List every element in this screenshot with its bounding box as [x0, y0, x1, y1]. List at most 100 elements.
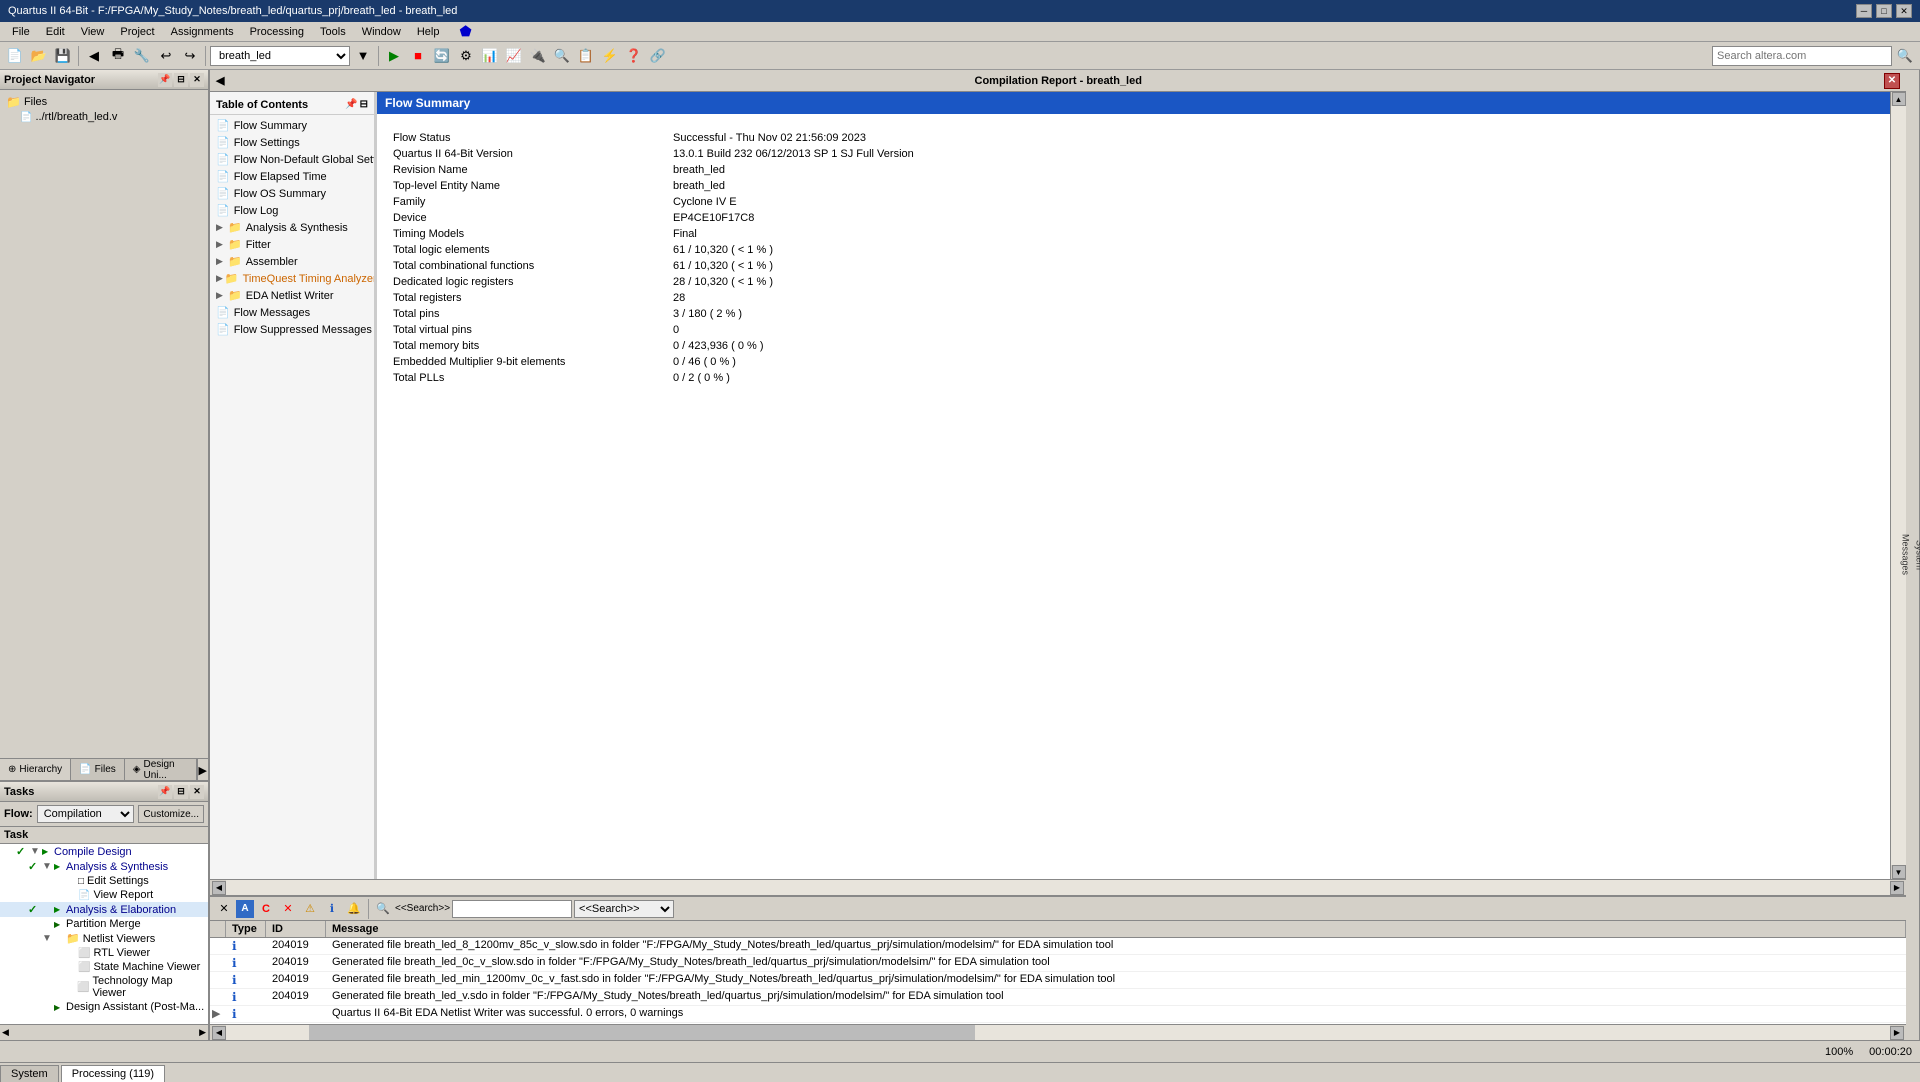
- toc-pin-icon[interactable]: 📌: [345, 99, 357, 111]
- message-row[interactable]: ℹ 204019 Generated file breath_led_0c_v_…: [210, 955, 1906, 972]
- message-search-select[interactable]: <<Search>>: [574, 900, 674, 918]
- msg-hscroll-left[interactable]: ◀: [212, 1026, 226, 1040]
- start-compile-btn[interactable]: ▶: [383, 45, 405, 67]
- settings-btn[interactable]: ⚙: [455, 45, 477, 67]
- menu-tools[interactable]: Tools: [312, 24, 354, 40]
- tasks-pin-icon[interactable]: 📌: [158, 785, 172, 799]
- restore-icon[interactable]: ⊟: [174, 73, 188, 87]
- toc-expand-9[interactable]: ▶: [216, 256, 226, 267]
- back-button[interactable]: ◀: [83, 45, 105, 67]
- save-button[interactable]: 💾: [52, 45, 74, 67]
- tab-hierarchy[interactable]: ⊕ Hierarchy: [0, 759, 71, 780]
- pin-icon[interactable]: 📌: [158, 73, 172, 87]
- nav-tab-arrow[interactable]: ▶: [197, 759, 208, 781]
- toc-flow-suppressed[interactable]: 📄 Flow Suppressed Messages: [210, 321, 374, 338]
- task-view-report[interactable]: 📄 View Report: [0, 888, 208, 902]
- toc-expand-7[interactable]: ▶: [216, 222, 226, 233]
- expand-compile[interactable]: ▼: [30, 846, 42, 857]
- message-row[interactable]: ℹ 204019 Generated file breath_led_8_120…: [210, 938, 1906, 955]
- arrow-partition[interactable]: ▶: [54, 920, 66, 929]
- toc-expand-11[interactable]: ▶: [216, 290, 226, 301]
- tab-processing[interactable]: Processing (119): [61, 1065, 165, 1082]
- task-analysis-synthesis[interactable]: ✓ ▼ ▶ Analysis & Synthesis: [0, 859, 208, 874]
- undo-button[interactable]: ↩: [155, 45, 177, 67]
- toc-analysis-synthesis[interactable]: ▶ 📁 Analysis & Synthesis: [210, 219, 374, 236]
- tool6-btn[interactable]: ⚡: [599, 45, 621, 67]
- scroll-left-icon[interactable]: ◀: [2, 1027, 9, 1038]
- customize-button[interactable]: Customize...: [138, 805, 204, 823]
- project-select[interactable]: breath_led: [210, 46, 350, 66]
- toc-flow-log[interactable]: 📄 Flow Log: [210, 202, 374, 219]
- menu-window[interactable]: Window: [354, 24, 409, 40]
- new-button[interactable]: 📄: [4, 45, 26, 67]
- msg-error-btn[interactable]: ✕: [278, 900, 298, 918]
- toc-timequest[interactable]: ▶ 📁 TimeQuest Timing Analyzer: [210, 270, 374, 287]
- toc-flow-messages[interactable]: 📄 Flow Messages: [210, 304, 374, 321]
- menu-edit[interactable]: Edit: [38, 24, 73, 40]
- tasks-restore-icon[interactable]: ⊟: [174, 785, 188, 799]
- menu-processing[interactable]: Processing: [242, 24, 312, 40]
- msg-row-expand-4[interactable]: ▶: [210, 1007, 226, 1020]
- menu-project[interactable]: Project: [112, 24, 162, 40]
- toc-flow-non-default[interactable]: 📄 Flow Non-Default Global Setti...: [210, 151, 374, 168]
- close-button[interactable]: ✕: [1896, 4, 1912, 18]
- toc-flow-os-summary[interactable]: 📄 Flow OS Summary: [210, 185, 374, 202]
- msg-search-btn[interactable]: 🔍: [373, 900, 393, 918]
- expand-analysis[interactable]: ▼: [42, 861, 54, 872]
- tree-folder-files[interactable]: 📁 Files: [4, 94, 204, 110]
- arrow-compile[interactable]: ▶: [42, 847, 54, 856]
- flow-select[interactable]: Compilation: [37, 805, 135, 823]
- recompile-btn[interactable]: 🔄: [431, 45, 453, 67]
- menu-file[interactable]: File: [4, 24, 38, 40]
- stop-compile-btn[interactable]: ■: [407, 45, 429, 67]
- task-analysis-elaboration[interactable]: ✓ ▶ Analysis & Elaboration: [0, 902, 208, 917]
- scroll-up-btn[interactable]: ▲: [1892, 92, 1906, 106]
- message-row[interactable]: ℹ 204019 Generated file breath_led_min_1…: [210, 972, 1906, 989]
- toc-eda-netlist[interactable]: ▶ 📁 EDA Netlist Writer: [210, 287, 374, 304]
- scroll-right-icon[interactable]: ▶: [199, 1027, 206, 1038]
- toc-flow-elapsed[interactable]: 📄 Flow Elapsed Time: [210, 168, 374, 185]
- menu-help[interactable]: Help: [409, 24, 448, 40]
- close-nav-icon[interactable]: ✕: [190, 73, 204, 87]
- menu-view[interactable]: View: [73, 24, 113, 40]
- compile-button[interactable]: 🔧: [131, 45, 153, 67]
- navigation-back-icon[interactable]: ◀: [216, 74, 224, 87]
- scroll-down-btn[interactable]: ▼: [1892, 865, 1906, 879]
- menu-assignments[interactable]: Assignments: [163, 24, 242, 40]
- toc-flow-summary[interactable]: 📄 Flow Summary: [210, 117, 374, 134]
- msg-close-btn[interactable]: ✕: [214, 900, 234, 918]
- toc-flow-settings[interactable]: 📄 Flow Settings: [210, 134, 374, 151]
- tool4-btn[interactable]: 🔍: [551, 45, 573, 67]
- arrow-elaboration[interactable]: ▶: [54, 905, 66, 914]
- tool8-btn[interactable]: 🔗: [647, 45, 669, 67]
- task-design-assistant[interactable]: ▶ Design Assistant (Post-Ma...: [0, 1000, 208, 1014]
- message-search-input[interactable]: [452, 900, 572, 918]
- msg-critical-btn[interactable]: C: [256, 900, 276, 918]
- tasks-close-icon[interactable]: ✕: [190, 785, 204, 799]
- toc-expand-10[interactable]: ▶: [216, 273, 223, 284]
- open-button[interactable]: 📂: [28, 45, 50, 67]
- dropdown-btn[interactable]: ▼: [352, 45, 374, 67]
- msg-info-btn[interactable]: ℹ: [322, 900, 342, 918]
- tab-design-units[interactable]: ◈ Design Uni...: [125, 759, 197, 780]
- tool3-btn[interactable]: 🔌: [527, 45, 549, 67]
- report-close-button[interactable]: ✕: [1884, 73, 1900, 89]
- msg-hscroll-right[interactable]: ▶: [1890, 1026, 1904, 1040]
- tab-system[interactable]: System: [0, 1065, 59, 1082]
- tool2-btn[interactable]: 📈: [503, 45, 525, 67]
- tree-file-breath-led[interactable]: 📄 ../rtl/breath_led.v: [4, 110, 204, 124]
- message-row[interactable]: ℹ 204019 Generated file breath_led_v.sdo…: [210, 989, 1906, 1006]
- toc-assembler[interactable]: ▶ 📁 Assembler: [210, 253, 374, 270]
- message-row[interactable]: ▶ ℹ Quartus II 64-Bit EDA Netlist Writer…: [210, 1006, 1906, 1023]
- task-compile-design[interactable]: ✓ ▼ ▶ Compile Design: [0, 844, 208, 859]
- search-input[interactable]: [1712, 46, 1892, 66]
- task-partition-merge[interactable]: ▶ Partition Merge: [0, 917, 208, 931]
- hscroll-right-btn[interactable]: ▶: [1890, 881, 1904, 895]
- print-button[interactable]: 🖶: [107, 45, 129, 67]
- toc-expand-8[interactable]: ▶: [216, 239, 226, 250]
- hscroll-left-btn[interactable]: ◀: [212, 881, 226, 895]
- minimize-button[interactable]: ─: [1856, 4, 1872, 18]
- task-netlist-viewers[interactable]: ▼ 📁 Netlist Viewers: [0, 931, 208, 946]
- arrow-analysis[interactable]: ▶: [54, 862, 66, 871]
- task-state-machine-viewer[interactable]: ⬜ State Machine Viewer: [0, 960, 208, 974]
